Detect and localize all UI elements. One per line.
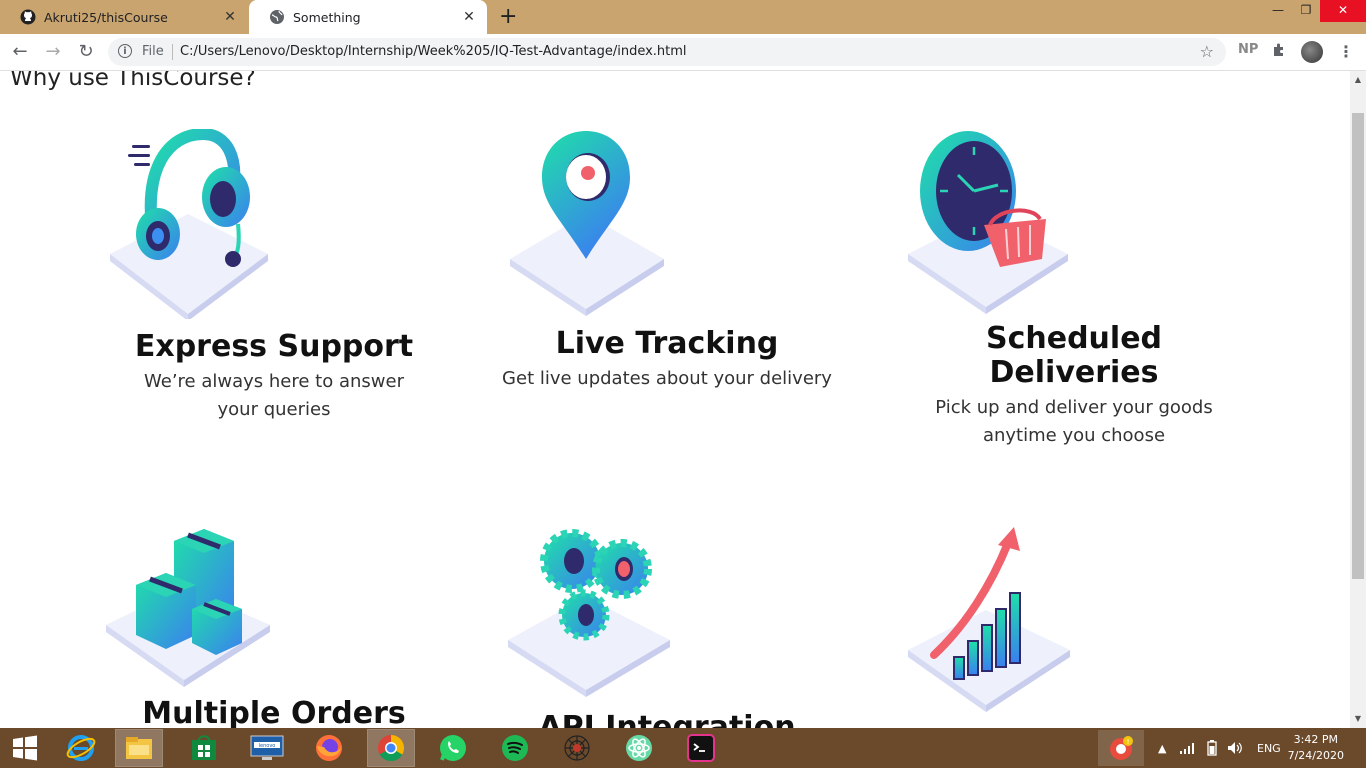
new-tab-button[interactable]: + — [499, 5, 517, 29]
scheme-label: File — [142, 44, 164, 59]
feature-description: Get live updates about your delivery — [502, 368, 832, 389]
system-clock[interactable]: 3:42 PM 7/24/2020 — [1288, 732, 1344, 764]
url-text[interactable]: C:/Users/Lenovo/Desktop/Internship/Week%… — [180, 44, 687, 59]
feature-title: Scheduled Deliveries — [985, 321, 1163, 390]
show-hidden-icons-icon[interactable]: ▲ — [1158, 728, 1166, 768]
vertical-scrollbar[interactable]: ▲ ▼ — [1350, 71, 1366, 728]
bookmark-star-icon[interactable]: ☆ — [1200, 42, 1214, 61]
lenovo-icon[interactable]: lenovo — [244, 730, 290, 766]
tab-title: Akruti25/thisCourse — [44, 9, 168, 25]
github-icon — [20, 9, 36, 25]
atom-icon[interactable] — [616, 730, 662, 766]
notification-app-icon[interactable]: ! — [1098, 730, 1144, 766]
feature-description: Pick up and deliver your goods anytime y… — [935, 397, 1213, 446]
separator — [172, 44, 173, 60]
menu-kebab-icon[interactable]: ⋮ — [1338, 42, 1354, 61]
close-tab-icon[interactable]: ✕ — [222, 9, 238, 25]
clock-date: 7/24/2020 — [1287, 749, 1344, 762]
spotify-icon[interactable] — [492, 730, 538, 766]
firefox-icon[interactable] — [306, 730, 352, 766]
scroll-up-arrow-icon[interactable]: ▲ — [1353, 75, 1363, 84]
extension-np-icon[interactable]: NP — [1238, 42, 1258, 57]
boxes-icon — [104, 525, 274, 699]
location-pin-icon — [506, 129, 671, 323]
browser-toolbar: ← → ↻ i File C:/Users/Lenovo/Desktop/Int… — [0, 34, 1366, 71]
windows-taskbar: lenovo ! ▲ ENG 3:42 PM 7/24/2020 — [0, 728, 1366, 768]
close-tab-icon[interactable]: ✕ — [461, 9, 477, 25]
address-bar[interactable]: i File C:/Users/Lenovo/Desktop/Internshi… — [108, 38, 1226, 66]
feature-title: Live Tracking — [555, 326, 779, 361]
extensions-puzzle-icon[interactable] — [1271, 42, 1287, 62]
whatsapp-icon[interactable] — [430, 730, 476, 766]
headset-icon — [108, 127, 273, 323]
tab-something[interactable]: Something ✕ — [249, 0, 487, 34]
file-explorer-icon[interactable] — [115, 729, 163, 767]
battery-icon[interactable] — [1207, 728, 1217, 768]
tab-github[interactable]: Akruti25/thisCourse ✕ — [0, 0, 248, 34]
chrome-icon[interactable] — [367, 729, 415, 767]
spider-icon[interactable] — [554, 730, 600, 766]
svg-text:!: ! — [1127, 738, 1130, 746]
globe-icon — [269, 9, 285, 25]
feature-scheduled-deliveries: Scheduled Deliveries Pick up and deliver… — [904, 322, 1244, 450]
internet-explorer-icon[interactable] — [58, 730, 104, 766]
tab-strip: Akruti25/thisCourse ✕ Something ✕ + — ❐ … — [0, 0, 1366, 34]
volume-icon[interactable] — [1227, 728, 1243, 768]
feature-title: Express Support — [134, 329, 414, 364]
feature-express-support: Express Support We’re always here to ans… — [104, 330, 444, 424]
feature-live-tracking: Live Tracking Get live updates about you… — [497, 327, 837, 393]
feature-description: We’re always here to answer your queries — [144, 371, 404, 420]
terminal-icon[interactable] — [678, 730, 724, 766]
scrollbar-thumb[interactable] — [1352, 113, 1364, 579]
windows-start-icon[interactable] — [2, 730, 48, 766]
minimize-icon[interactable]: — — [1264, 0, 1292, 22]
close-window-icon[interactable]: ✕ — [1320, 0, 1366, 22]
back-arrow-icon[interactable]: ← — [10, 42, 30, 62]
profile-avatar[interactable] — [1301, 41, 1323, 63]
forward-arrow-icon[interactable]: → — [43, 42, 63, 62]
network-signal-icon[interactable] — [1180, 728, 1196, 768]
language-indicator[interactable]: ENG — [1257, 728, 1281, 768]
window-controls: — ❐ ✕ — [1264, 0, 1366, 22]
restore-icon[interactable]: ❐ — [1292, 0, 1320, 22]
page-heading: Why use ThisCourse? — [10, 71, 256, 91]
info-icon[interactable]: i — [118, 44, 132, 58]
growth-chart-icon — [906, 525, 1076, 719]
feature-title: Multiple Orders — [142, 696, 406, 729]
feature-api-integration: API Integration — [497, 710, 837, 729]
gears-icon — [506, 525, 676, 709]
feature-title: API Integration — [538, 710, 796, 729]
store-icon[interactable] — [181, 730, 227, 766]
reload-icon[interactable]: ↻ — [76, 42, 96, 62]
tab-title: Something — [293, 9, 361, 25]
feature-multiple-orders: Multiple Orders — [104, 696, 444, 729]
svg-text:lenovo: lenovo — [259, 743, 276, 749]
page-viewport: Why use ThisCourse? Express Support We’r… — [0, 71, 1350, 728]
clock-basket-icon — [906, 129, 1076, 323]
clock-time: 3:42 PM — [1293, 733, 1338, 746]
scroll-down-arrow-icon[interactable]: ▼ — [1353, 714, 1363, 723]
